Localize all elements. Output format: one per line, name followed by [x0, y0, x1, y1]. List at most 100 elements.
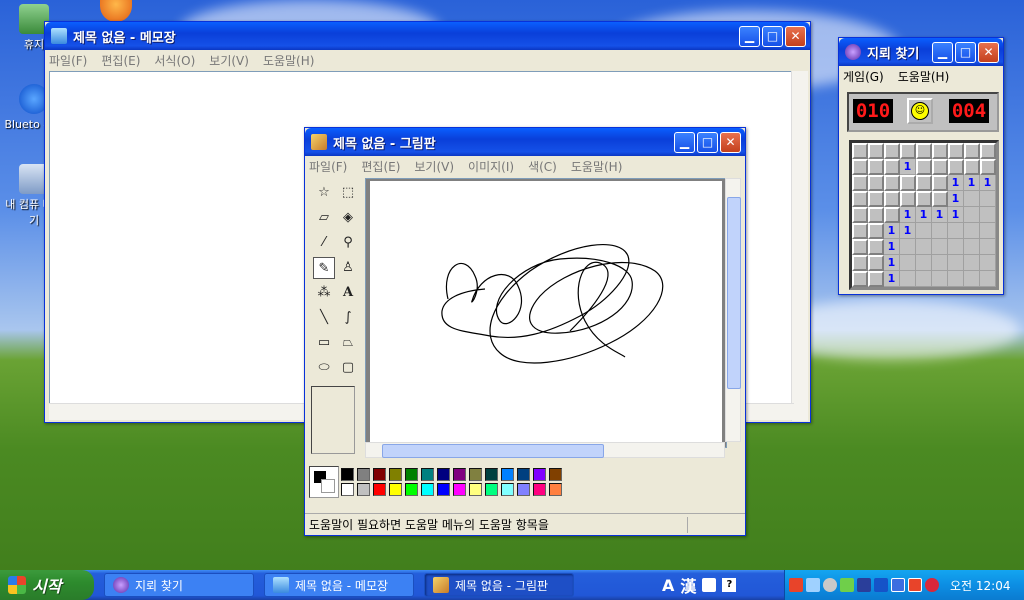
mine-cell-open[interactable]: [980, 255, 996, 271]
mine-cell-open[interactable]: [916, 271, 932, 287]
mine-cell-open[interactable]: [916, 223, 932, 239]
mine-cell-closed[interactable]: [932, 143, 948, 159]
mine-cell-closed[interactable]: [852, 159, 868, 175]
palette-swatch[interactable]: [549, 468, 562, 481]
mine-cell-open[interactable]: 1: [948, 191, 964, 207]
mine-cell-closed[interactable]: [852, 191, 868, 207]
palette-swatch[interactable]: [437, 468, 450, 481]
palette-swatch[interactable]: [405, 483, 418, 496]
tray-display-icon[interactable]: [891, 578, 905, 592]
palette-swatch[interactable]: [549, 483, 562, 496]
mine-cell-closed[interactable]: [884, 191, 900, 207]
mine-cell-closed[interactable]: [932, 159, 948, 175]
mine-cell-open[interactable]: [964, 239, 980, 255]
mine-cell-closed[interactable]: [868, 255, 884, 271]
color-picker-tool-icon[interactable]: ⁄: [313, 232, 335, 254]
mine-cell-open[interactable]: 1: [932, 207, 948, 223]
mine-cell-open[interactable]: [948, 223, 964, 239]
mine-cell-open[interactable]: 1: [884, 239, 900, 255]
mine-cell-closed[interactable]: [852, 223, 868, 239]
mine-cell-open[interactable]: [932, 239, 948, 255]
mine-cell-closed[interactable]: [900, 175, 916, 191]
palette-swatch[interactable]: [421, 468, 434, 481]
text-tool-icon[interactable]: A: [337, 282, 359, 304]
free-select-tool-icon[interactable]: ☆: [313, 182, 335, 204]
menu-help[interactable]: 도움말(H): [263, 52, 315, 69]
mine-cell-closed[interactable]: [980, 159, 996, 175]
tray-antivirus-icon[interactable]: [908, 578, 922, 592]
mine-cell-closed[interactable]: [868, 271, 884, 287]
mine-cell-open[interactable]: [980, 271, 996, 287]
minesweeper-titlebar[interactable]: 지뢰 찾기 ▁ □ ✕: [839, 38, 1003, 66]
tray-monitor-icon[interactable]: [823, 578, 837, 592]
mine-cell-open[interactable]: [980, 191, 996, 207]
notepad-vertical-scrollbar[interactable]: [791, 71, 808, 421]
palette-swatch[interactable]: [437, 483, 450, 496]
paint-canvas[interactable]: [370, 181, 722, 443]
palette-swatch[interactable]: [357, 483, 370, 496]
palette-swatch[interactable]: [501, 483, 514, 496]
mine-cell-open[interactable]: 1: [964, 175, 980, 191]
mine-cell-open[interactable]: [948, 239, 964, 255]
mine-cell-open[interactable]: 1: [948, 175, 964, 191]
mine-cell-closed[interactable]: [852, 239, 868, 255]
palette-swatch[interactable]: [357, 468, 370, 481]
mine-cell-open[interactable]: 1: [948, 207, 964, 223]
mine-cell-open[interactable]: 1: [900, 159, 916, 175]
menu-view[interactable]: 보기(V): [414, 158, 454, 175]
mine-cell-closed[interactable]: [884, 175, 900, 191]
mine-cell-open[interactable]: 1: [884, 271, 900, 287]
close-button[interactable]: ✕: [978, 41, 999, 63]
rectangle-tool-icon[interactable]: ▭: [313, 332, 335, 354]
mine-cell-open[interactable]: [964, 223, 980, 239]
new-game-button[interactable]: ☺: [907, 98, 933, 124]
eraser-tool-icon[interactable]: ▱: [313, 207, 335, 229]
minimize-button[interactable]: ▁: [932, 41, 953, 63]
line-tool-icon[interactable]: ╲: [313, 307, 335, 329]
mine-cell-open[interactable]: 1: [884, 223, 900, 239]
menu-image[interactable]: 이미지(I): [468, 158, 514, 175]
mine-cell-closed[interactable]: [884, 159, 900, 175]
palette-swatch[interactable]: [517, 483, 530, 496]
mine-cell-closed[interactable]: [852, 255, 868, 271]
mine-cell-closed[interactable]: [900, 143, 916, 159]
help-icon[interactable]: ?: [722, 578, 737, 592]
ime-settings-icon[interactable]: [702, 578, 717, 592]
mine-cell-open[interactable]: [900, 239, 916, 255]
mine-cell-open[interactable]: [916, 255, 932, 271]
tray-shield-icon[interactable]: [925, 578, 939, 592]
mine-cell-closed[interactable]: [852, 175, 868, 191]
tool-options-box[interactable]: [311, 386, 355, 454]
maximize-button[interactable]: □: [697, 131, 718, 153]
paint-horizontal-scrollbar[interactable]: [365, 442, 725, 458]
scroll-thumb[interactable]: [382, 444, 604, 458]
mine-cell-closed[interactable]: [868, 191, 884, 207]
mine-cell-open[interactable]: [948, 255, 964, 271]
palette-swatch[interactable]: [341, 483, 354, 496]
ime-mode-a[interactable]: A: [662, 576, 674, 595]
taskbar-item-minesweeper[interactable]: 지뢰 찾기: [104, 573, 254, 597]
mine-cell-open[interactable]: [964, 255, 980, 271]
mine-cell-closed[interactable]: [964, 159, 980, 175]
mine-cell-open[interactable]: [932, 255, 948, 271]
mine-cell-closed[interactable]: [932, 175, 948, 191]
mine-cell-open[interactable]: [964, 207, 980, 223]
mine-cell-closed[interactable]: [916, 175, 932, 191]
mine-cell-closed[interactable]: [884, 207, 900, 223]
palette-swatch[interactable]: [453, 483, 466, 496]
mine-cell-open[interactable]: 1: [900, 207, 916, 223]
mine-cell-open[interactable]: 1: [900, 223, 916, 239]
curve-tool-icon[interactable]: ∫: [337, 307, 359, 329]
palette-swatch[interactable]: [469, 483, 482, 496]
pencil-tool-icon[interactable]: ✎: [313, 257, 335, 279]
mine-cell-open[interactable]: [932, 271, 948, 287]
scroll-thumb[interactable]: [727, 197, 741, 389]
mine-cell-closed[interactable]: [852, 207, 868, 223]
current-colors[interactable]: [309, 466, 339, 498]
menu-file[interactable]: 파일(F): [49, 52, 87, 69]
mine-cell-closed[interactable]: [900, 191, 916, 207]
mine-cell-closed[interactable]: [868, 223, 884, 239]
mine-cell-closed[interactable]: [852, 143, 868, 159]
taskbar-item-notepad[interactable]: 제목 없음 - 메모장: [264, 573, 414, 597]
menu-game[interactable]: 게임(G): [843, 68, 884, 85]
